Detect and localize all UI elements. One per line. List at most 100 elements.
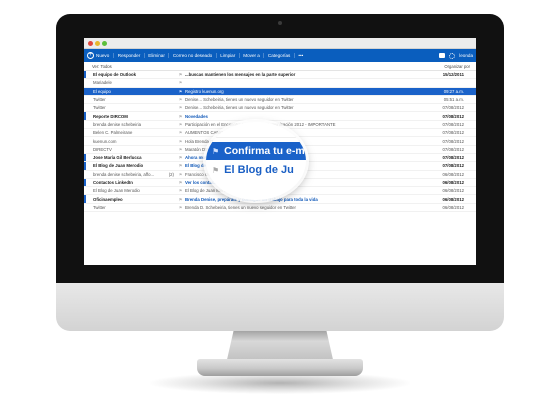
email-checkbox[interactable] [84, 96, 92, 103]
reply-button[interactable]: Responder [113, 53, 143, 58]
email-sender: Reporte DIRCOM [93, 113, 128, 119]
email-row[interactable]: Twitter ⚑ Denise... Schebeiria, tienes un … [84, 104, 476, 113]
command-bar: + Nuevo Responder Eliminar Correo no des… [84, 49, 476, 62]
categories-button[interactable]: Categorías [263, 53, 293, 58]
email-checkbox[interactable] [84, 79, 92, 86]
email-sender: kuenun.com [93, 138, 117, 144]
email-row[interactable]: El equipo ⚑ Registro kuenun.org 09:27 a.m. [84, 87, 476, 96]
email-sender: El equipo [93, 88, 111, 94]
email-row[interactable]: Mariadele ⚑ [84, 79, 476, 88]
monitor-screen: + Nuevo Responder Eliminar Correo no des… [84, 38, 476, 265]
email-sender: Belen C. Palmeirane [93, 130, 133, 136]
email-subject: Denise... Schebeiria, tienes un nuevo se… [185, 97, 294, 103]
flag-icon[interactable]: ⚑ [176, 139, 185, 144]
flag-icon[interactable]: ⚑ [176, 105, 185, 110]
flag-icon: ⚑ [212, 165, 220, 175]
email-checkbox[interactable] [84, 121, 92, 128]
email-row[interactable]: Reporte DIRCOM ⚑ Novedades 07/08/2012 [84, 112, 476, 121]
email-sender: Contactos LinkedIn [93, 180, 133, 185]
flag-icon[interactable]: ⚑ [176, 72, 185, 77]
email-date: 06/08/2012 [442, 204, 464, 210]
email-date: 05:51 a.m. [443, 97, 464, 103]
email-row[interactable]: Twitter ⚑ Brenda D. Schebeiria, tienes un … [84, 204, 476, 213]
email-checkbox[interactable] [84, 187, 92, 194]
email-row[interactable]: El equipo de Outlook ⚑ ...buscas mantienen… [84, 71, 476, 80]
new-button[interactable]: + Nuevo [84, 52, 113, 59]
email-sender: Twitter [93, 204, 106, 210]
junk-button[interactable]: Correo no deseado [168, 53, 215, 58]
flag-icon[interactable]: ⚑ [176, 197, 185, 202]
magnifier-next-row: ⚑ El Blog de Ju [206, 162, 306, 178]
email-checkbox[interactable] [84, 204, 92, 211]
flag-icon[interactable]: ⚑ [176, 205, 185, 210]
unread-indicator [84, 71, 86, 79]
email-sender: El Blog de Juan Merodio [93, 163, 144, 169]
email-date: 07/08/2012 [442, 146, 464, 152]
email-date: 07/08/2012 [442, 138, 464, 144]
unread-indicator [84, 162, 86, 170]
email-date: 07/08/2012 [442, 121, 464, 127]
email-sender: brenda denise schebeiria [93, 121, 142, 127]
flag-icon[interactable]: ⚑ [176, 114, 185, 119]
sweep-button[interactable]: Limpiar [215, 53, 239, 58]
flag-icon[interactable]: ⚑ [176, 122, 185, 127]
email-date: 07/08/2012 [442, 105, 464, 111]
email-checkbox[interactable] [84, 146, 92, 153]
arrange-by-dropdown[interactable]: Organizar por [444, 64, 470, 69]
email-sender: DIRECTV [93, 146, 112, 152]
email-checkbox[interactable] [84, 88, 92, 95]
flag-icon[interactable]: ⚑ [176, 163, 185, 168]
command-bar-right: leonda [439, 49, 473, 62]
maximize-window-icon[interactable] [102, 41, 107, 46]
email-date: 07/08/2012 [442, 130, 464, 136]
email-date: 07/08/2012 [442, 155, 464, 161]
user-name[interactable]: leonda [459, 53, 473, 58]
flag-icon[interactable]: ⚑ [176, 97, 185, 102]
email-date: 06/08/2012 [442, 196, 464, 202]
flag-icon[interactable]: ⚑ [176, 80, 185, 85]
email-date: 09:27 a.m. [443, 88, 464, 94]
email-checkbox[interactable] [84, 137, 92, 144]
email-subject: Denise... Schebeiria, tienes un nuevo se… [185, 105, 294, 111]
email-date: 15/12/2011 [442, 72, 464, 78]
email-subject: Brenda Denise, prepárate y consigue un t… [185, 196, 318, 202]
email-subject: Participación en el Encuentro Nacional d… [185, 121, 336, 127]
more-button[interactable]: ••• [293, 53, 307, 58]
email-date: 06/08/2012 [442, 188, 464, 194]
email-checkbox[interactable] [84, 104, 92, 111]
flag-icon[interactable]: ⚑ [176, 147, 185, 152]
email-checkbox[interactable] [84, 129, 92, 136]
zoom-magnifier: ⚑ Confirma tu e-mail ⚑ El Blog de Ju [206, 122, 306, 200]
flag-icon[interactable]: ⚑ [176, 180, 185, 185]
flag-icon[interactable]: ⚑ [176, 188, 185, 193]
move-to-button[interactable]: Mover a [238, 53, 264, 58]
delete-button[interactable]: Eliminar [143, 53, 169, 58]
messaging-icon[interactable] [439, 53, 446, 58]
flag-icon[interactable]: ⚑ [176, 172, 185, 177]
email-row[interactable]: Twitter ⚑ Denise... Schebeiria, tienes un … [84, 96, 476, 105]
email-sender: El Blog de Juan Merodio [93, 188, 140, 194]
minimize-window-icon[interactable] [95, 41, 100, 46]
email-sender: Jose María Gil Berlucca [93, 155, 142, 161]
view-filter-dropdown[interactable]: Ver: Todos [92, 64, 112, 69]
email-subject: Novedades [185, 113, 208, 119]
email-sender: brenda denise schebeiria, affo... [93, 171, 155, 177]
gear-icon[interactable] [449, 52, 456, 59]
email-sender: Mariadele [93, 80, 112, 86]
flag-icon[interactable]: ⚑ [176, 130, 185, 135]
unread-indicator [84, 195, 86, 203]
flag-icon[interactable]: ⚑ [176, 155, 185, 160]
unread-indicator [84, 153, 86, 162]
email-sender: Twitter [93, 105, 106, 111]
flag-icon[interactable]: ⚑ [176, 89, 185, 94]
email-checkbox[interactable] [84, 171, 92, 178]
email-row[interactable]: Oficinaempleo ⚑ Brenda Denise, prepárate y… [84, 195, 476, 204]
email-date: 06/08/2012 [442, 171, 464, 177]
close-window-icon[interactable] [88, 41, 93, 46]
email-sender: El equipo de Outlook [93, 72, 136, 78]
magnifier-selected-row: ⚑ Confirma tu e-mail [206, 142, 306, 160]
email-date: 07/08/2012 [442, 113, 464, 119]
magnifier-sender: El Blog de Ju [224, 164, 294, 176]
monitor-chin [56, 283, 504, 331]
magnifier-row-top [206, 128, 306, 138]
